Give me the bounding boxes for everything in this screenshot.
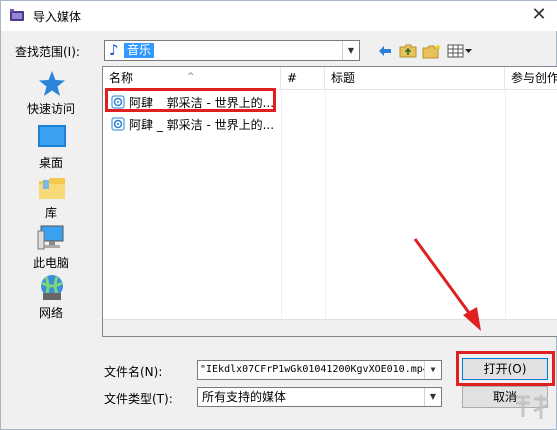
- column-name[interactable]: ^ 名称: [103, 67, 281, 90]
- filetype-value: 所有支持的媒体: [202, 390, 287, 404]
- window-title: 导入媒体: [33, 10, 82, 24]
- column-divider: [281, 90, 282, 320]
- filename-value: "IEkdlx07CFrP1wGk01041200KgvXOE010.mp4": [200, 364, 435, 375]
- audio-file-icon: [111, 95, 125, 109]
- file-row[interactable]: 阿肆 _ 郭采洁 - 世界上的...: [111, 116, 281, 134]
- place-desktop[interactable]: 桌面: [1, 123, 101, 175]
- open-button[interactable]: 打开(O): [462, 358, 548, 380]
- place-label: 此电脑: [32, 256, 69, 270]
- column-divider: [325, 90, 326, 320]
- lookin-value: 音乐: [124, 43, 155, 58]
- place-label: 桌面: [38, 156, 63, 170]
- watermark-logo: [512, 393, 552, 427]
- computer-icon: [37, 225, 64, 250]
- place-network[interactable]: 网络: [1, 273, 101, 325]
- annotation-arrow: [413, 238, 481, 331]
- column-label: 名称: [109, 71, 134, 85]
- place-label: 快速访问: [26, 102, 75, 116]
- place-label: 库: [44, 206, 57, 220]
- chevron-down-icon[interactable]: ▼: [424, 388, 441, 406]
- filename-field[interactable]: "IEkdlx07CFrP1wGk01041200KgvXOE010.mp4" …: [197, 360, 442, 380]
- back-arrow-icon[interactable]: [376, 42, 394, 60]
- file-name: 阿肆 _ 郭采洁 - 世界上的...: [129, 96, 275, 110]
- up-folder-icon[interactable]: [398, 42, 418, 60]
- filetype-select[interactable]: 所有支持的媒体 ▼: [197, 387, 442, 407]
- sort-ascending-icon: ^: [187, 72, 195, 82]
- column-artist[interactable]: 参与创作: [505, 67, 557, 90]
- column-title[interactable]: 标题: [325, 67, 505, 90]
- network-icon: [41, 275, 63, 300]
- file-row[interactable]: 阿肆 _ 郭采洁 - 世界上的...: [111, 94, 281, 112]
- filename-label: 文件名(N):: [104, 365, 163, 379]
- column-label: 标题: [331, 71, 356, 85]
- star-icon: [39, 71, 65, 96]
- audio-file-icon: [111, 117, 125, 131]
- library-icon: [39, 178, 65, 199]
- filetype-label: 文件类型(T):: [104, 392, 173, 406]
- file-name: 阿肆 _ 郭采洁 - 世界上的...: [129, 118, 275, 132]
- new-folder-icon[interactable]: [421, 42, 443, 60]
- title-bar: 导入媒体 ✕: [1, 1, 557, 31]
- import-media-dialog: 导入媒体 ✕ 查找范围(I): ♪ 音乐 ▼ 快速访问 桌面 库 此电脑 网络 …: [0, 0, 557, 430]
- lookin-combo[interactable]: ♪ 音乐 ▼: [104, 40, 360, 61]
- chevron-down-icon[interactable]: ▼: [342, 41, 359, 60]
- place-library[interactable]: 库: [1, 173, 101, 225]
- column-label: #: [287, 71, 298, 85]
- list-header: ^ 名称 # 标题 参与创作: [103, 67, 557, 90]
- chevron-down-icon[interactable]: ▼: [424, 361, 441, 379]
- column-number[interactable]: #: [281, 67, 325, 90]
- close-icon[interactable]: ✕: [526, 3, 552, 27]
- music-note-icon: ♪: [109, 41, 119, 59]
- place-this-pc[interactable]: 此电脑: [1, 223, 101, 275]
- lookin-label: 查找范围(I):: [15, 45, 80, 59]
- column-divider: [505, 90, 506, 320]
- app-icon: [10, 9, 24, 21]
- desktop-icon: [38, 125, 66, 147]
- view-menu-icon[interactable]: [446, 42, 474, 60]
- column-label: 参与创作: [511, 71, 557, 85]
- place-label: 网络: [38, 306, 63, 320]
- places-bar: 快速访问 桌面 库 此电脑 网络: [1, 67, 101, 327]
- place-quick-access[interactable]: 快速访问: [1, 69, 101, 121]
